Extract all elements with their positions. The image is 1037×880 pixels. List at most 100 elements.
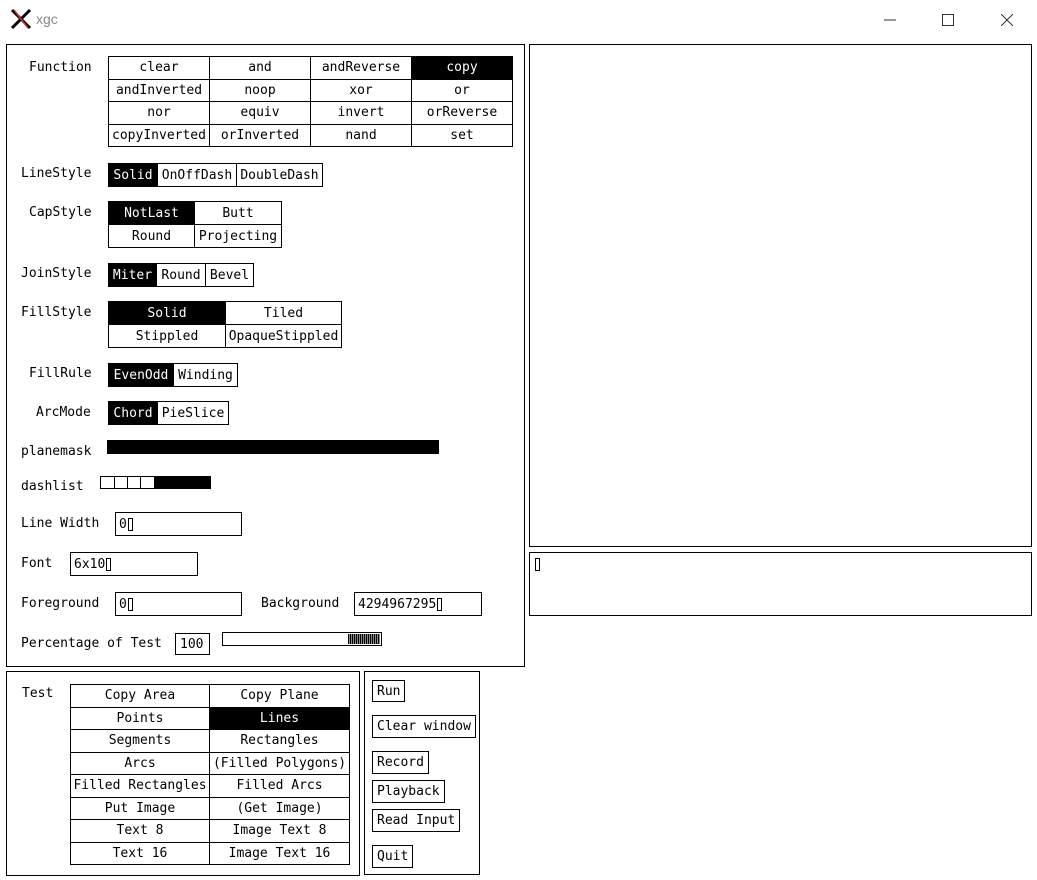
- minimize-button[interactable]: [875, 8, 905, 32]
- clear-window-button[interactable]: Clear window: [372, 715, 476, 738]
- function-option[interactable]: invert: [311, 102, 412, 125]
- test-option[interactable]: (Get Image): [210, 797, 350, 820]
- joinstyle-option[interactable]: Miter: [109, 264, 157, 287]
- capstyle-option[interactable]: Projecting: [195, 225, 282, 248]
- background-input[interactable]: 4294967295: [354, 592, 482, 616]
- function-option[interactable]: copy: [412, 57, 513, 80]
- function-option[interactable]: or: [412, 79, 513, 102]
- function-option[interactable]: xor: [311, 79, 412, 102]
- function-option[interactable]: set: [412, 124, 513, 147]
- function-option[interactable]: andReverse: [311, 57, 412, 80]
- function-option[interactable]: and: [210, 57, 311, 80]
- font-label: Font: [21, 556, 53, 571]
- function-option[interactable]: clear: [109, 57, 210, 80]
- read-input-button[interactable]: Read Input: [372, 809, 461, 832]
- result-output[interactable]: [529, 552, 1032, 616]
- capstyle-option[interactable]: Round: [109, 225, 195, 248]
- linestyle-option[interactable]: OnOffDash: [158, 164, 237, 187]
- foreground-input[interactable]: 0: [115, 592, 242, 616]
- test-label: Test: [22, 686, 54, 701]
- planemask-bits[interactable]: [107, 440, 439, 454]
- arcmode-selector: Chord PieSlice: [108, 401, 229, 425]
- linewidth-input[interactable]: 0: [115, 512, 242, 536]
- function-selector: clear and andReverse copy andInverted no…: [108, 56, 513, 147]
- foreground-label: Foreground: [21, 596, 100, 611]
- test-panel: Test Copy Area Copy Plane Points Lines S…: [6, 671, 360, 876]
- function-option[interactable]: equiv: [210, 102, 311, 125]
- text-cursor: [106, 557, 112, 571]
- linestyle-label: LineStyle: [21, 166, 92, 181]
- test-option[interactable]: Put Image: [71, 797, 210, 820]
- text-cursor: [437, 597, 443, 611]
- run-button[interactable]: Run: [372, 680, 406, 702]
- percentage-value: 100: [180, 636, 204, 652]
- capstyle-selector: NotLast Butt Round Projecting: [108, 201, 282, 248]
- x-logo-icon: [10, 8, 32, 30]
- font-input[interactable]: 6x10: [70, 552, 198, 576]
- window-title: xgc: [36, 11, 58, 27]
- function-label: Function: [29, 60, 92, 75]
- maximize-button[interactable]: [933, 8, 963, 32]
- arcmode-option[interactable]: Chord: [109, 402, 158, 425]
- test-option[interactable]: Rectangles: [210, 730, 350, 753]
- fillrule-label: FillRule: [29, 366, 92, 381]
- dashlist-label: dashlist: [21, 479, 84, 494]
- fillstyle-selector: Solid Tiled Stippled OpaqueStippled: [108, 301, 342, 348]
- linestyle-option[interactable]: Solid: [109, 164, 158, 187]
- test-option[interactable]: Text 8: [71, 820, 210, 843]
- test-option[interactable]: Filled Arcs: [210, 775, 350, 798]
- close-button[interactable]: [992, 8, 1022, 32]
- linestyle-option[interactable]: DoubleDash: [237, 164, 323, 187]
- record-button[interactable]: Record: [372, 751, 429, 774]
- fillstyle-option[interactable]: Stippled: [109, 325, 226, 348]
- joinstyle-option[interactable]: Round: [157, 264, 206, 287]
- function-option[interactable]: orReverse: [412, 102, 513, 125]
- scrollbar-thumb[interactable]: [348, 634, 380, 644]
- capstyle-option[interactable]: Butt: [195, 202, 282, 225]
- test-option[interactable]: Image Text 16: [210, 842, 350, 865]
- test-option[interactable]: Segments: [71, 730, 210, 753]
- font-value: 6x10: [74, 556, 106, 572]
- arcmode-option[interactable]: PieSlice: [158, 402, 229, 425]
- function-option[interactable]: nor: [109, 102, 210, 125]
- joinstyle-option[interactable]: Bevel: [206, 264, 254, 287]
- joinstyle-label: JoinStyle: [21, 266, 92, 281]
- function-option[interactable]: orInverted: [210, 124, 311, 147]
- maximize-icon: [942, 14, 954, 26]
- test-option[interactable]: Points: [71, 707, 210, 730]
- dashlist-bits[interactable]: [100, 476, 212, 490]
- fillstyle-option[interactable]: Tiled: [226, 302, 342, 325]
- percentage-label: Percentage of Test: [21, 636, 162, 651]
- background-label: Background: [261, 596, 340, 611]
- test-option[interactable]: Filled Rectangles: [71, 775, 210, 798]
- percentage-scrollbar[interactable]: [222, 632, 382, 646]
- drawing-canvas[interactable]: [529, 44, 1032, 547]
- fillrule-selector: EvenOdd Winding: [108, 363, 238, 387]
- fillstyle-option[interactable]: OpaqueStippled: [226, 325, 342, 348]
- function-option[interactable]: noop: [210, 79, 311, 102]
- fillstyle-label: FillStyle: [21, 305, 92, 320]
- test-option[interactable]: Text 16: [71, 842, 210, 865]
- playback-button[interactable]: Playback: [372, 780, 445, 803]
- fillrule-option[interactable]: Winding: [174, 364, 238, 387]
- joinstyle-selector: Miter Round Bevel: [108, 263, 254, 287]
- fillrule-option[interactable]: EvenOdd: [109, 364, 174, 387]
- capstyle-option[interactable]: NotLast: [109, 202, 195, 225]
- linestyle-selector: Solid OnOffDash DoubleDash: [108, 163, 323, 187]
- fillstyle-option[interactable]: Solid: [109, 302, 226, 325]
- test-option[interactable]: Lines: [210, 707, 350, 730]
- quit-button[interactable]: Quit: [372, 845, 414, 868]
- capstyle-label: CapStyle: [29, 205, 92, 220]
- function-option[interactable]: nand: [311, 124, 412, 147]
- text-cursor: [127, 517, 133, 531]
- test-option[interactable]: Copy Area: [71, 685, 210, 708]
- test-option[interactable]: Image Text 8: [210, 820, 350, 843]
- background-value: 4294967295: [358, 596, 437, 612]
- gc-options-panel: Function clear and andReverse copy andIn…: [6, 44, 525, 667]
- function-option[interactable]: andInverted: [109, 79, 210, 102]
- test-option[interactable]: Copy Plane: [210, 685, 350, 708]
- test-option[interactable]: (Filled Polygons): [210, 752, 350, 775]
- actions-panel: Run Clear window Record Playback Read In…: [364, 671, 480, 875]
- function-option[interactable]: copyInverted: [109, 124, 210, 147]
- test-option[interactable]: Arcs: [71, 752, 210, 775]
